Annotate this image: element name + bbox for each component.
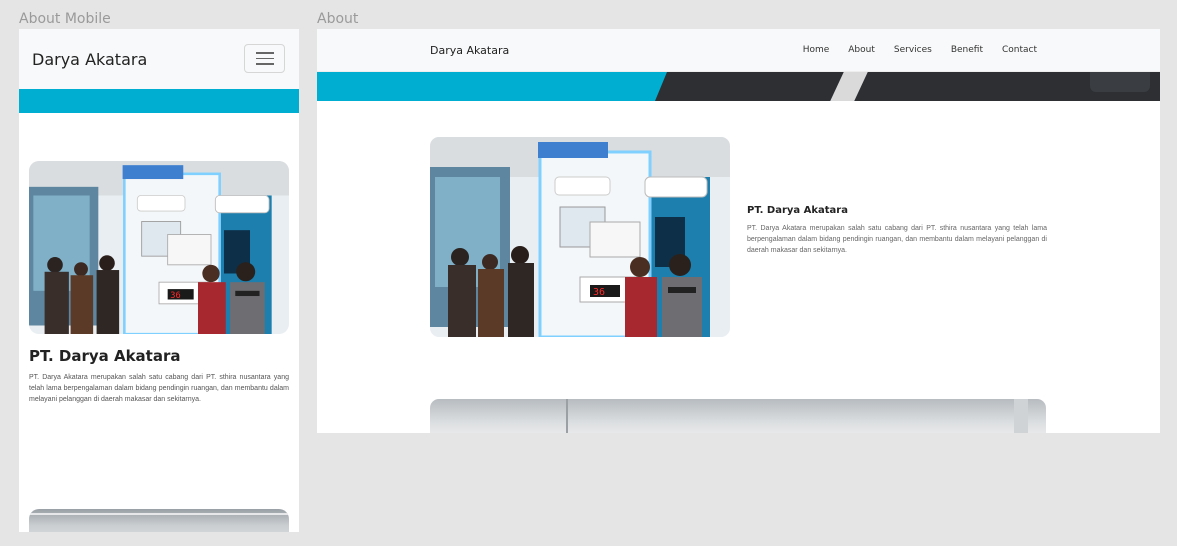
showroom-photo bbox=[29, 161, 289, 334]
navbar-brand[interactable]: Darya Akatara bbox=[430, 44, 509, 57]
navbar-brand[interactable]: Darya Akatara bbox=[32, 50, 147, 69]
mobile-frame: Darya Akatara PT. Darya Akatara PT. Dary… bbox=[19, 29, 299, 532]
mobile-frame-label: About Mobile bbox=[19, 11, 111, 27]
mobile-navbar: Darya Akatara bbox=[19, 29, 299, 89]
office-photo bbox=[29, 509, 289, 532]
office-photo bbox=[430, 399, 1046, 433]
nav-link-services[interactable]: Services bbox=[894, 45, 932, 55]
hero-band bbox=[19, 89, 299, 113]
nav-link-benefit[interactable]: Benefit bbox=[951, 45, 983, 55]
nav-link-about[interactable]: About bbox=[848, 45, 875, 55]
hero-banner bbox=[317, 72, 1160, 101]
desktop-navbar: Darya Akatara Home About Services Benefi… bbox=[317, 29, 1160, 72]
section-text: PT. Darya Akatara merupakan salah satu c… bbox=[747, 225, 1047, 254]
desktop-frame-label: About bbox=[317, 11, 359, 27]
section-title: PT. Darya Akatara bbox=[747, 205, 848, 216]
desktop-frame: Darya Akatara Home About Services Benefi… bbox=[317, 29, 1160, 433]
section-text: PT. Darya Akatara merupakan salah satu c… bbox=[29, 374, 289, 403]
showroom-photo bbox=[430, 137, 730, 337]
section-title: PT. Darya Akatara bbox=[29, 347, 181, 365]
hamburger-menu-icon[interactable] bbox=[244, 44, 285, 73]
nav-link-contact[interactable]: Contact bbox=[1002, 45, 1037, 55]
nav-links: Home About Services Benefit Contact bbox=[803, 45, 1037, 55]
nav-link-home[interactable]: Home bbox=[803, 45, 830, 55]
